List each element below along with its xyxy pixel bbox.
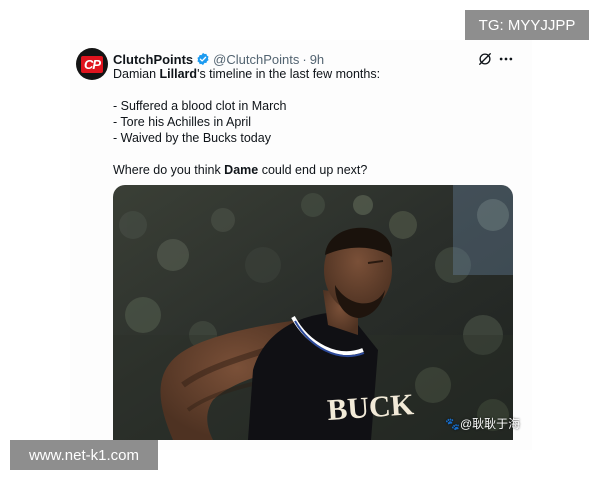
tweet-bullet-1: - Suffered a blood clot in March bbox=[113, 99, 287, 113]
mention-lillard: Lillard bbox=[159, 67, 198, 81]
author-display-name[interactable]: ClutchPoints bbox=[113, 52, 193, 67]
image-credit-watermark: 🐾@耿耿于海 bbox=[445, 417, 521, 431]
jersey-text: BUCK bbox=[326, 388, 415, 427]
basketball-player-photo: BUCK bbox=[113, 185, 513, 440]
tweet-text: Damian Lillard's timeline in the last fe… bbox=[113, 66, 513, 178]
author-avatar[interactable]: CP bbox=[76, 48, 108, 80]
tweet-timestamp[interactable]: 9h bbox=[310, 52, 324, 67]
verified-badge-icon bbox=[196, 52, 210, 66]
tweet-intro-line: Damian Lillard's timeline in the last fe… bbox=[113, 67, 381, 81]
tweet-media-photo[interactable]: BUCK bbox=[113, 185, 513, 440]
tweet-bullet-3: - Waived by the Bucks today bbox=[113, 131, 271, 145]
tweet-bullet-2: - Tore his Achilles in April bbox=[113, 115, 252, 129]
watermark-site-badge: www.net-k1.com bbox=[10, 440, 158, 470]
watermark-tg-badge: TG: MYYJJPP bbox=[465, 10, 589, 40]
clutchpoints-logo: CP bbox=[80, 55, 104, 73]
tweet-question-line: Where do you think Dame could end up nex… bbox=[113, 163, 368, 177]
author-handle[interactable]: @ClutchPoints bbox=[213, 52, 299, 67]
mention-dame: Dame bbox=[224, 163, 259, 177]
header-separator: · bbox=[302, 51, 307, 67]
